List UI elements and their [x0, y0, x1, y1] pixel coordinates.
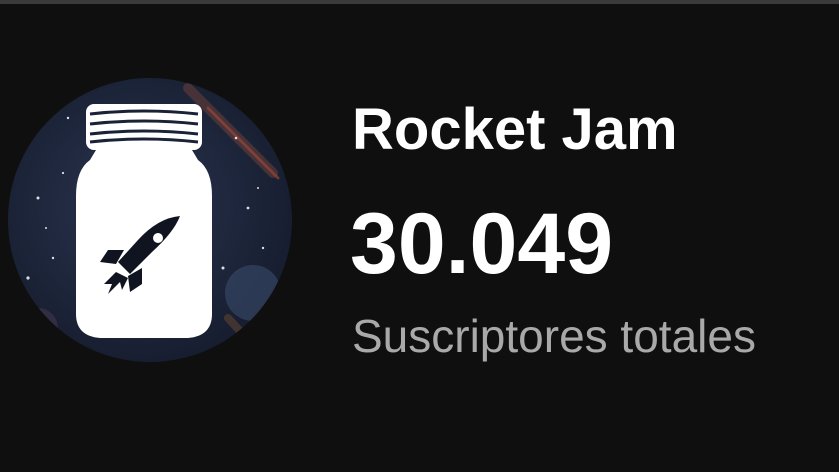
subscriber-label: Suscriptores totales	[352, 310, 756, 362]
rocket-in-jar-icon	[8, 78, 292, 362]
top-divider	[0, 0, 839, 4]
subscriber-count: 30.049	[350, 196, 614, 292]
channel-avatar	[8, 78, 292, 362]
channel-name: Rocket Jam	[352, 97, 678, 162]
